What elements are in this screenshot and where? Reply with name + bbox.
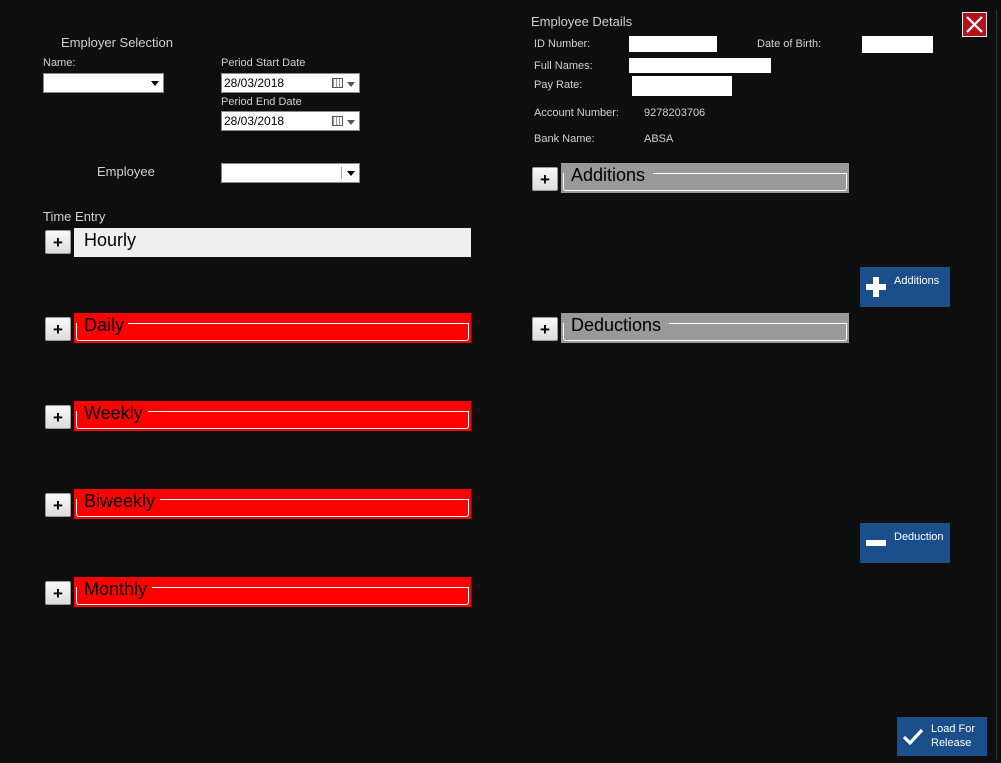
window-edge: [996, 10, 997, 760]
plus-icon: [866, 277, 886, 297]
bank-name-label: Bank Name:: [534, 133, 595, 145]
load-for-release-label-line1: Load For: [931, 723, 976, 735]
full-names-label: Full Names:: [534, 60, 593, 72]
minus-icon: [866, 540, 886, 546]
panel-frame-tick: [76, 499, 77, 505]
weekly-panel[interactable]: Weekly: [74, 401, 471, 431]
period-start-label: Period Start Date: [221, 57, 306, 69]
panel-frame-top: [160, 499, 469, 500]
employee-label: Employee: [97, 164, 155, 179]
biweekly-panel-title: Biweekly: [84, 491, 156, 511]
pay-rate-label: Pay Rate:: [534, 79, 583, 91]
full-names-value: [629, 60, 631, 72]
expand-monthly-button[interactable]: +: [45, 581, 71, 605]
hourly-panel-title: Hourly: [84, 230, 137, 250]
id-number-value: [629, 38, 631, 50]
calendar-icon: [332, 116, 343, 126]
expand-hourly-button[interactable]: +: [45, 230, 71, 254]
daily-panel-title: Daily: [84, 315, 125, 335]
monthly-panel-title: Monthly: [84, 579, 148, 599]
add-additions-label: Additions: [894, 275, 940, 287]
expand-biweekly-button[interactable]: +: [45, 493, 71, 517]
chevron-down-icon: [147, 74, 163, 92]
date-of-birth-field[interactable]: [862, 36, 933, 53]
period-end-value: 28/03/2018: [224, 114, 285, 128]
employer-name-dropdown[interactable]: [43, 73, 164, 93]
load-for-release-label-line2: Release: [931, 737, 972, 749]
employee-details-title: Employee Details: [531, 14, 633, 29]
expand-additions-button[interactable]: +: [532, 167, 558, 191]
account-number-value: 9278203706: [644, 107, 706, 119]
employee-dropdown[interactable]: [221, 163, 360, 183]
add-deduction-label: Deduction: [894, 531, 944, 543]
period-end-label: Period End Date: [221, 96, 302, 108]
add-deduction-button[interactable]: Deduction: [860, 523, 950, 563]
hourly-panel[interactable]: Hourly: [74, 228, 471, 257]
chevron-down-icon: [343, 164, 359, 182]
additions-panel[interactable]: Additions: [561, 163, 849, 193]
expand-weekly-button[interactable]: +: [45, 405, 71, 429]
id-number-field[interactable]: [629, 36, 717, 52]
date-of-birth-value: [862, 38, 864, 50]
deductions-panel[interactable]: Deductions: [561, 313, 849, 343]
panel-frame-top: [669, 323, 847, 324]
pay-rate-field[interactable]: [632, 76, 732, 96]
deductions-panel-title: Deductions: [571, 315, 662, 335]
id-number-label: ID Number:: [534, 38, 591, 50]
pay-rate-value: [632, 78, 634, 90]
expand-deductions-button[interactable]: +: [532, 317, 558, 341]
panel-frame-tick: [563, 173, 564, 179]
account-number-label: Account Number:: [534, 107, 619, 119]
panel-frame-tick: [76, 411, 77, 417]
dropdown-separator: [341, 167, 342, 179]
period-end-date-picker[interactable]: 28/03/2018: [221, 111, 360, 131]
monthly-panel[interactable]: Monthly: [74, 577, 471, 607]
period-start-value: 28/03/2018: [224, 76, 285, 90]
additions-panel-title: Additions: [571, 165, 646, 185]
close-button[interactable]: [962, 12, 987, 37]
calendar-icon: [332, 78, 343, 88]
date-of-birth-label: Date of Birth:: [757, 38, 822, 50]
panel-frame-top: [152, 587, 469, 588]
bank-name-value: ABSA: [644, 133, 674, 145]
employer-selection-title: Employer Selection: [61, 35, 173, 50]
checkmark-icon: [902, 728, 924, 746]
close-icon: [966, 16, 983, 33]
time-entry-title: Time Entry: [43, 209, 106, 224]
weekly-panel-title: Weekly: [84, 403, 143, 423]
load-for-release-button[interactable]: Load For Release: [897, 717, 987, 756]
panel-frame-tick: [76, 587, 77, 593]
full-names-field[interactable]: [629, 58, 771, 73]
panel-frame-tick: [563, 323, 564, 329]
panel-frame-top: [148, 411, 469, 412]
biweekly-panel[interactable]: Biweekly: [74, 489, 471, 519]
chevron-down-icon: [347, 120, 355, 125]
period-start-date-picker[interactable]: 28/03/2018: [221, 73, 360, 93]
panel-frame-top: [128, 323, 469, 324]
daily-panel[interactable]: Daily: [74, 313, 471, 343]
add-additions-button[interactable]: Additions: [860, 267, 950, 307]
name-label: Name:: [43, 57, 76, 69]
panel-frame: [76, 323, 469, 341]
expand-daily-button[interactable]: +: [45, 317, 71, 341]
panel-frame-top: [653, 173, 847, 174]
chevron-down-icon: [347, 82, 355, 87]
panel-frame-tick: [76, 323, 77, 329]
